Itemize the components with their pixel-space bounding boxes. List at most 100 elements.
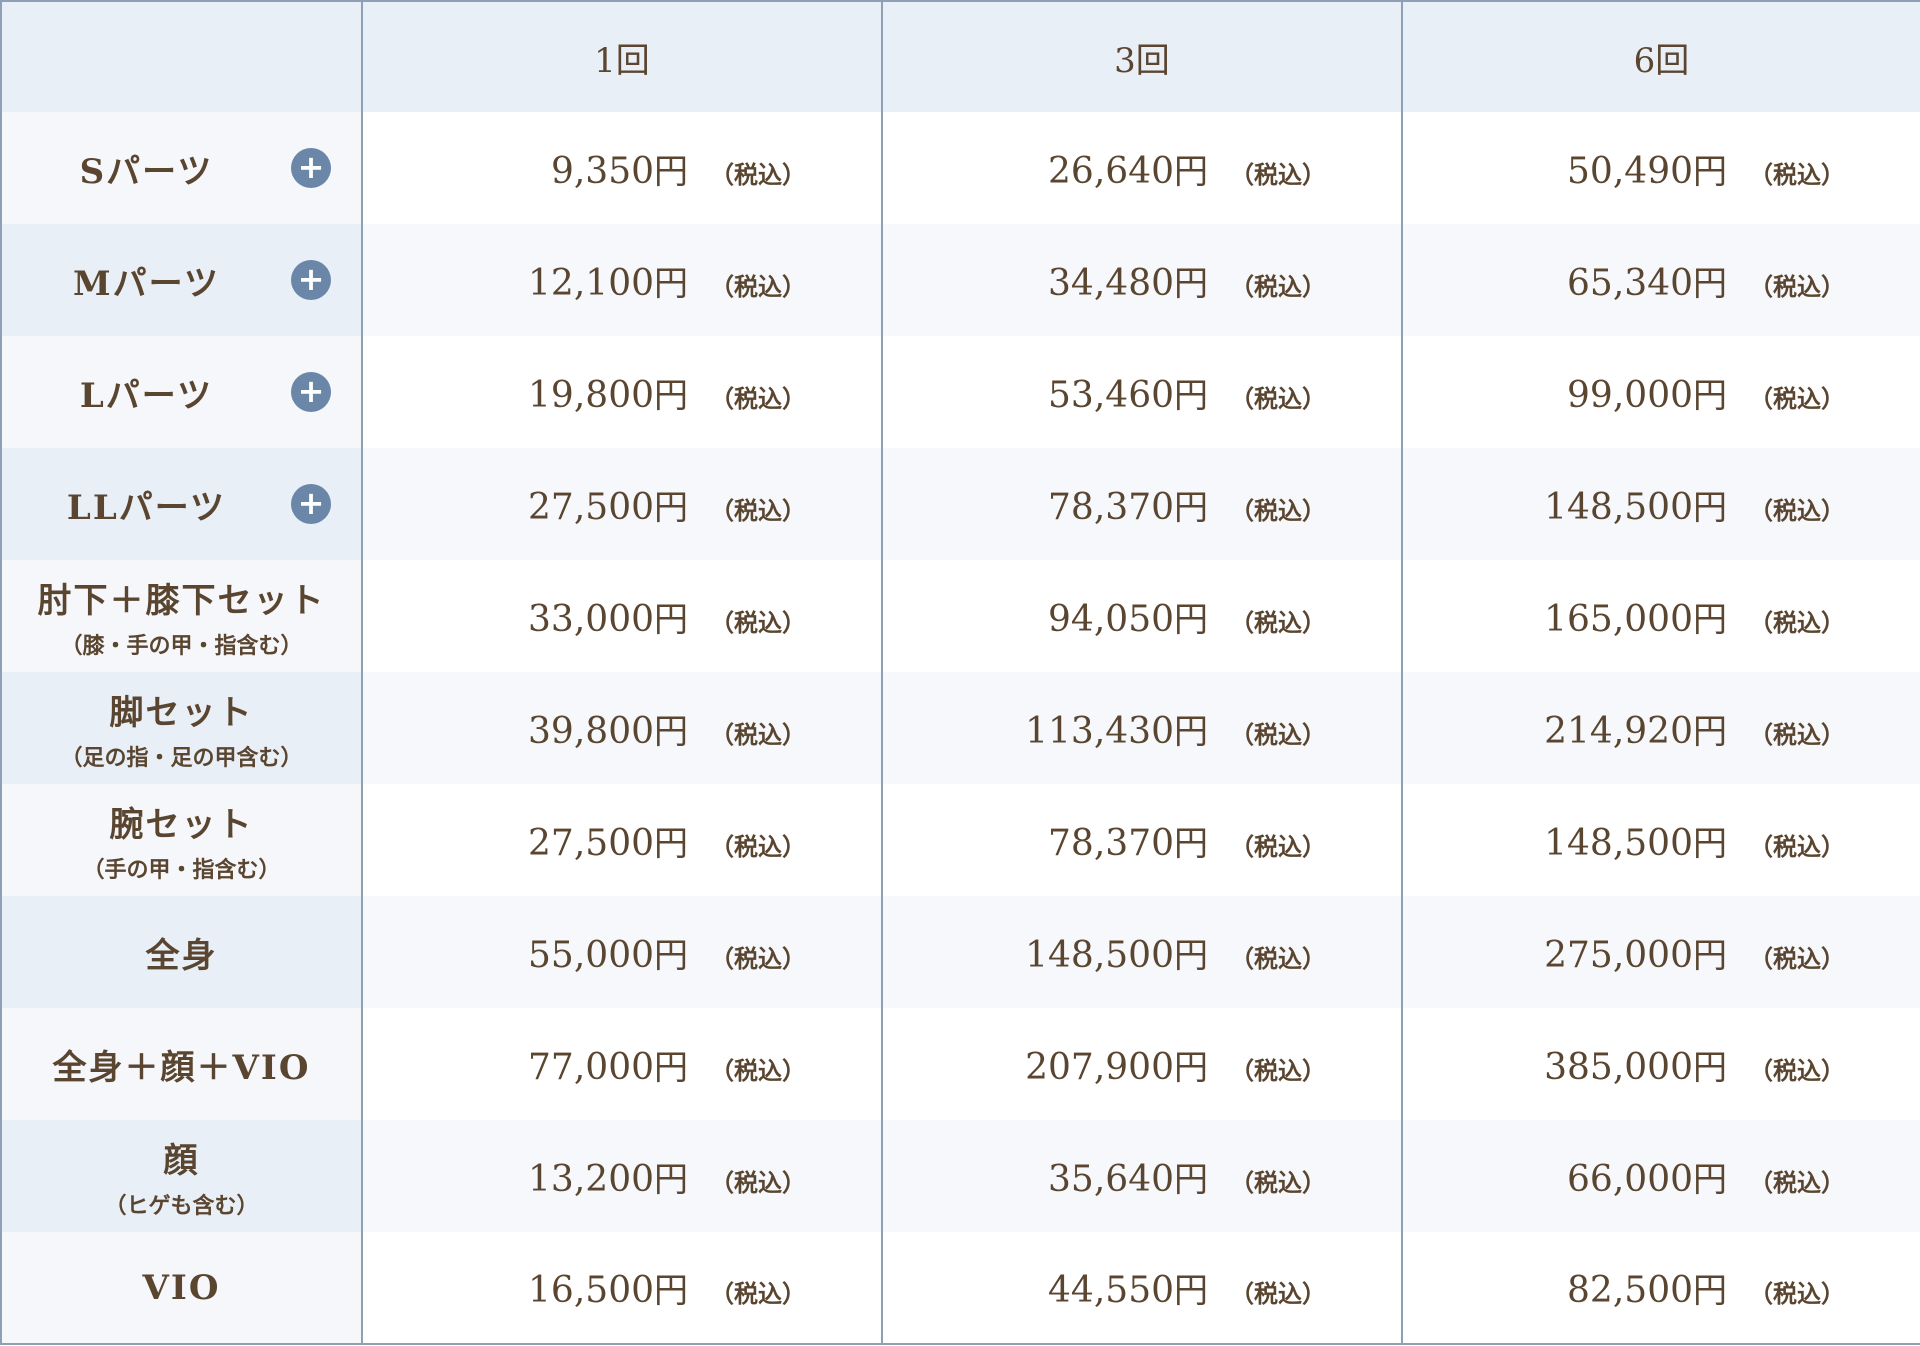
tax-included-label: （税込） xyxy=(710,383,806,413)
row-label: Lパーツ + xyxy=(2,336,361,448)
plus-circle-icon[interactable]: + xyxy=(291,260,331,300)
yen-unit: 円 xyxy=(1174,1159,1208,1200)
price-cell-6-times: 148,500 円 （税込） xyxy=(1402,448,1920,560)
price-value: 34,480 円 （税込） xyxy=(883,256,1401,305)
row-label-main: 脚セット xyxy=(109,692,254,733)
tax-included-label: （税込） xyxy=(1230,719,1326,749)
yen-unit: 円 xyxy=(1174,375,1208,416)
row-label-cell[interactable]: Sパーツ + xyxy=(0,112,363,224)
tax-included-label: （税込） xyxy=(710,1167,806,1197)
tax-included-label: （税込） xyxy=(1749,1279,1845,1308)
price-cell-3-times: 113,430 円 （税込） xyxy=(882,672,1403,784)
row-label-sub: （ヒゲも含む） xyxy=(104,1192,259,1219)
tax-included-label: （税込） xyxy=(1230,271,1326,301)
plus-circle-icon[interactable]: + xyxy=(291,372,331,412)
yen-unit: 円 xyxy=(654,263,688,304)
price-cell-3-times: 44,550 円 （税込） xyxy=(882,1232,1403,1345)
row-label-main: VIO xyxy=(142,1267,221,1308)
row-label-main: 全身 xyxy=(145,935,218,976)
price-value: 148,500 円 （税込） xyxy=(1403,480,1920,529)
price-cell-3-times: 78,370 円 （税込） xyxy=(882,784,1403,896)
price-amount: 50,490 xyxy=(1567,150,1693,192)
price-value: 78,370 円 （税込） xyxy=(883,480,1401,529)
price-amount: 148,500 xyxy=(1544,486,1693,528)
price-amount: 77,000 xyxy=(528,1046,654,1088)
price-cell-3-times: 53,460 円 （税込） xyxy=(882,336,1403,448)
price-value: 77,000 円 （税込） xyxy=(363,1040,881,1089)
row-label: 脚セット （足の指・足の甲含む） xyxy=(2,672,361,784)
price-value: 66,000 円 （税込） xyxy=(1403,1152,1920,1201)
tax-included-label: （税込） xyxy=(1230,1055,1326,1085)
yen-unit: 円 xyxy=(1174,487,1208,528)
price-cell-3-times: 94,050 円 （税込） xyxy=(882,560,1403,672)
price-amount: 27,500 xyxy=(528,486,654,528)
table-row: 肘下＋膝下セット （膝・手の甲・指含む） 33,000 円（税込） 94,050 円（税込… xyxy=(0,560,1920,672)
row-label-cell: 顔 （ヒゲも含む） xyxy=(0,1120,363,1232)
row-label-cell[interactable]: Mパーツ + xyxy=(0,224,363,336)
row-label-main: LLパーツ xyxy=(66,487,227,528)
price-amount: 16,500 xyxy=(528,1270,654,1311)
price-amount: 19,800 xyxy=(528,374,654,416)
yen-unit: 円 xyxy=(654,1159,688,1200)
row-label-sub: （膝・手の甲・指含む） xyxy=(60,632,303,659)
price-value: 12,100 円 （税込） xyxy=(363,256,881,305)
tax-included-label: （税込） xyxy=(710,1055,806,1085)
tax-included-label: （税込） xyxy=(710,271,806,301)
price-value: 26,640 円 （税込） xyxy=(883,144,1401,193)
table-row: 脚セット （足の指・足の甲含む） 39,800 円（税込） 113,430 円（税込） 21… xyxy=(0,672,1920,784)
price-value: 113,430 円 （税込） xyxy=(883,704,1401,753)
price-cell-3-times: 34,480 円 （税込） xyxy=(882,224,1403,336)
yen-unit: 円 xyxy=(1174,263,1208,304)
price-amount: 53,460 xyxy=(1048,374,1174,416)
header-row: 1回 3回 6回 xyxy=(0,0,1920,112)
tax-included-label: （税込） xyxy=(1749,159,1845,189)
yen-unit: 円 xyxy=(1174,823,1208,864)
price-value: 27,500 円 （税込） xyxy=(363,816,881,865)
row-label-cell: 腕セット （手の甲・指含む） xyxy=(0,784,363,896)
row-label-main: 全身＋顔＋VIO xyxy=(52,1047,311,1088)
tax-included-label: （税込） xyxy=(1230,1279,1326,1308)
yen-unit: 円 xyxy=(1174,599,1208,640)
table-row: Lパーツ + 19,800 円 （税込） 53,460 円（税込） 99,000 円（税込） xyxy=(0,336,1920,448)
tax-included-label: （税込） xyxy=(1230,831,1326,861)
row-label: 顔 （ヒゲも含む） xyxy=(2,1120,361,1232)
price-value: 148,500 円 （税込） xyxy=(1403,816,1920,865)
price-amount: 148,500 xyxy=(1025,934,1174,976)
price-cell-3-times: 35,640 円 （税込） xyxy=(882,1120,1403,1232)
price-amount: 78,370 xyxy=(1048,822,1174,864)
price-cell-6-times: 50,490 円 （税込） xyxy=(1402,112,1920,224)
row-label-cell[interactable]: LLパーツ + xyxy=(0,448,363,560)
tax-included-label: （税込） xyxy=(710,1279,806,1308)
yen-unit: 円 xyxy=(1174,151,1208,192)
yen-unit: 円 xyxy=(1174,935,1208,976)
plus-circle-icon[interactable]: + xyxy=(291,484,331,524)
price-value: 44,550 円 （税込） xyxy=(883,1263,1401,1312)
table-row: 全身＋顔＋VIO 77,000 円（税込） 207,900 円（税込） 385,000 円（… xyxy=(0,1008,1920,1120)
price-amount: 44,550 xyxy=(1048,1270,1174,1311)
row-label-main: Sパーツ xyxy=(79,151,214,192)
tax-included-label: （税込） xyxy=(710,159,806,189)
price-amount: 39,800 xyxy=(528,710,654,752)
tax-included-label: （税込） xyxy=(1230,1167,1326,1197)
row-label-main: Mパーツ xyxy=(73,263,220,304)
yen-unit: 円 xyxy=(654,1047,688,1088)
row-label-cell: 肘下＋膝下セット （膝・手の甲・指含む） xyxy=(0,560,363,672)
row-label-sub: （手の甲・指含む） xyxy=(82,856,281,883)
plus-circle-icon[interactable]: + xyxy=(291,148,331,188)
price-cell-6-times: 65,340 円 （税込） xyxy=(1402,224,1920,336)
row-label-main: 腕セット xyxy=(109,804,254,845)
yen-unit: 円 xyxy=(654,599,688,640)
price-value: 65,340 円 （税込） xyxy=(1403,256,1920,305)
row-label-cell[interactable]: Lパーツ + xyxy=(0,336,363,448)
price-value: 9,350 円 （税込） xyxy=(363,144,881,193)
price-amount: 94,050 xyxy=(1048,598,1174,640)
price-amount: 13,200 xyxy=(528,1158,654,1200)
price-amount: 78,370 xyxy=(1048,486,1174,528)
tax-included-label: （税込） xyxy=(1230,943,1326,973)
row-label-cell: 全身 xyxy=(0,896,363,1008)
row-label: Mパーツ + xyxy=(2,224,361,336)
price-cell-6-times: 99,000 円 （税込） xyxy=(1402,336,1920,448)
tax-included-label: （税込） xyxy=(710,607,806,637)
price-amount: 275,000 xyxy=(1544,934,1693,976)
tax-included-label: （税込） xyxy=(710,943,806,973)
